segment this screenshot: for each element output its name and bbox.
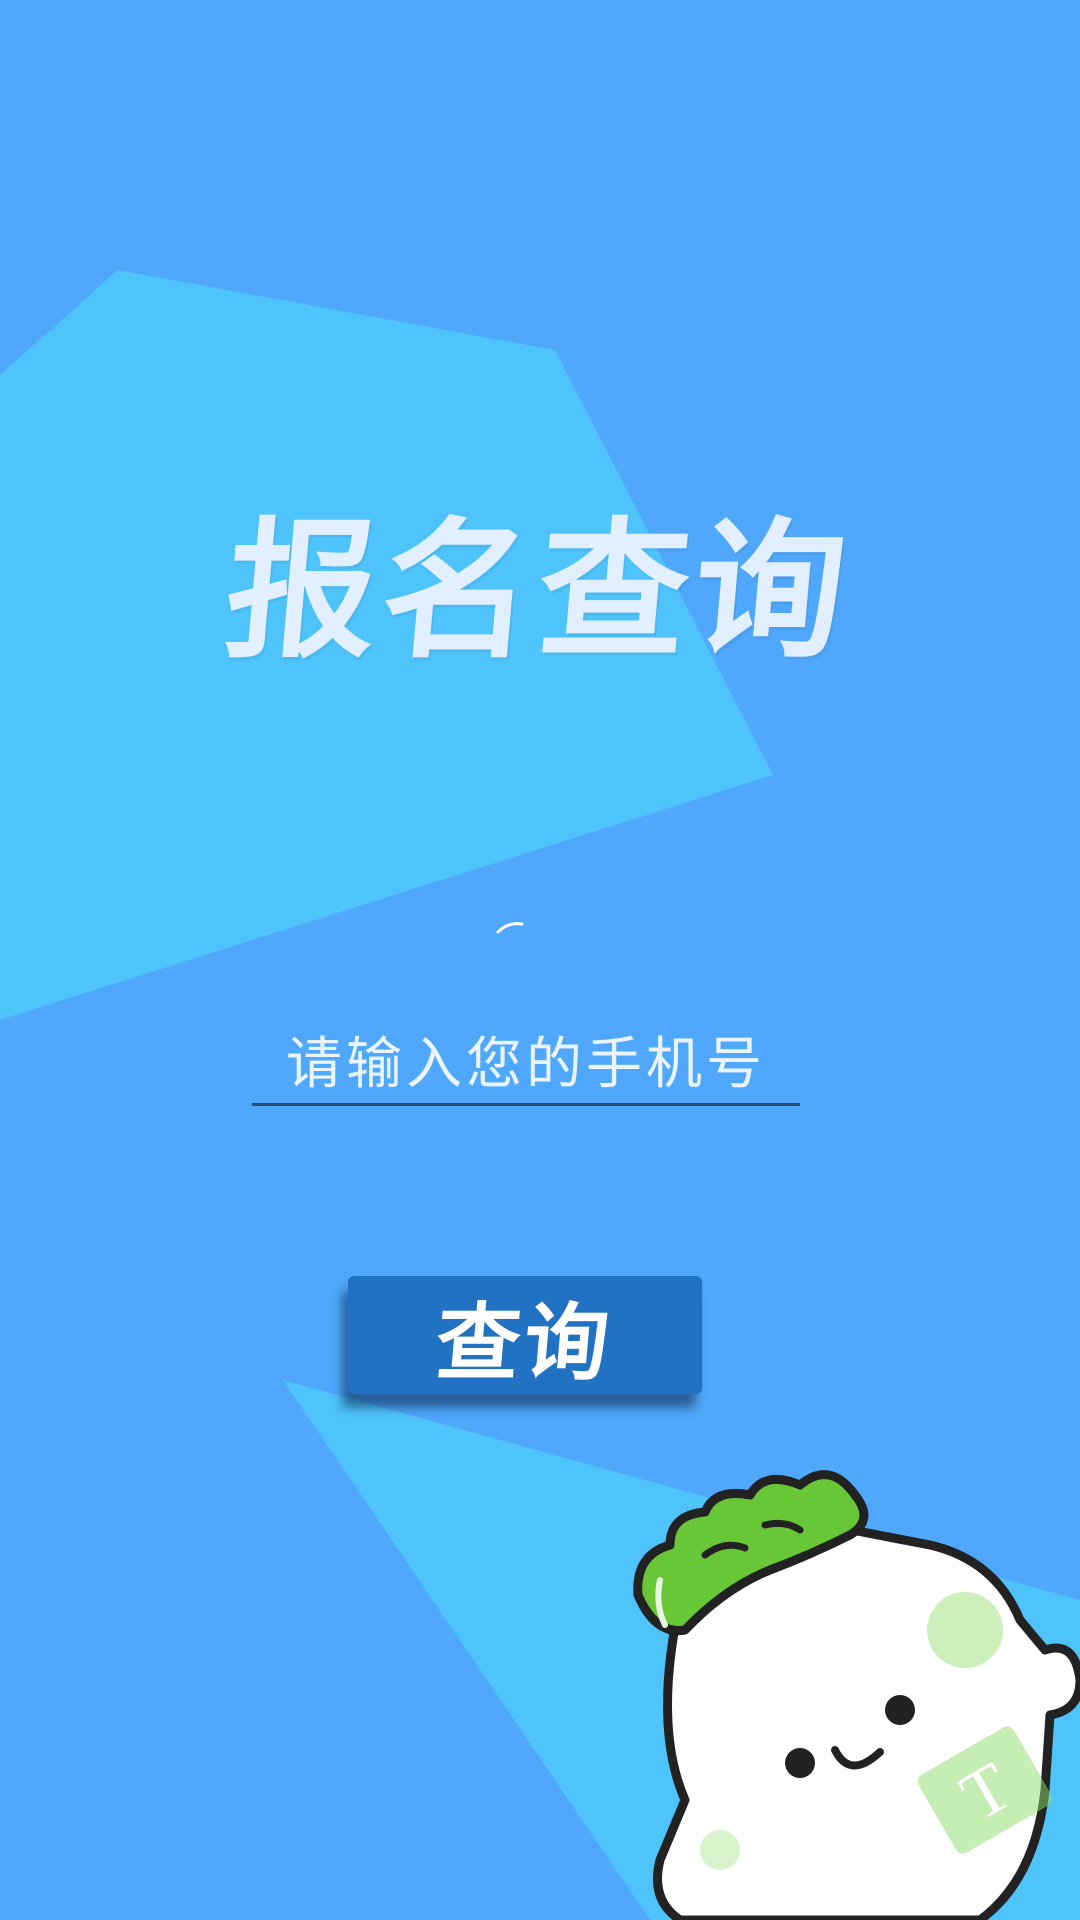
phone-input[interactable] — [252, 1032, 800, 1106]
page-title: 报名查询 — [219, 505, 859, 679]
radish-mascot-illustration: T — [633, 1470, 1080, 1920]
query-button[interactable]: 查询 — [348, 1276, 702, 1394]
query-button-label: 查询 — [432, 1294, 617, 1392]
loading-mark — [496, 922, 524, 934]
